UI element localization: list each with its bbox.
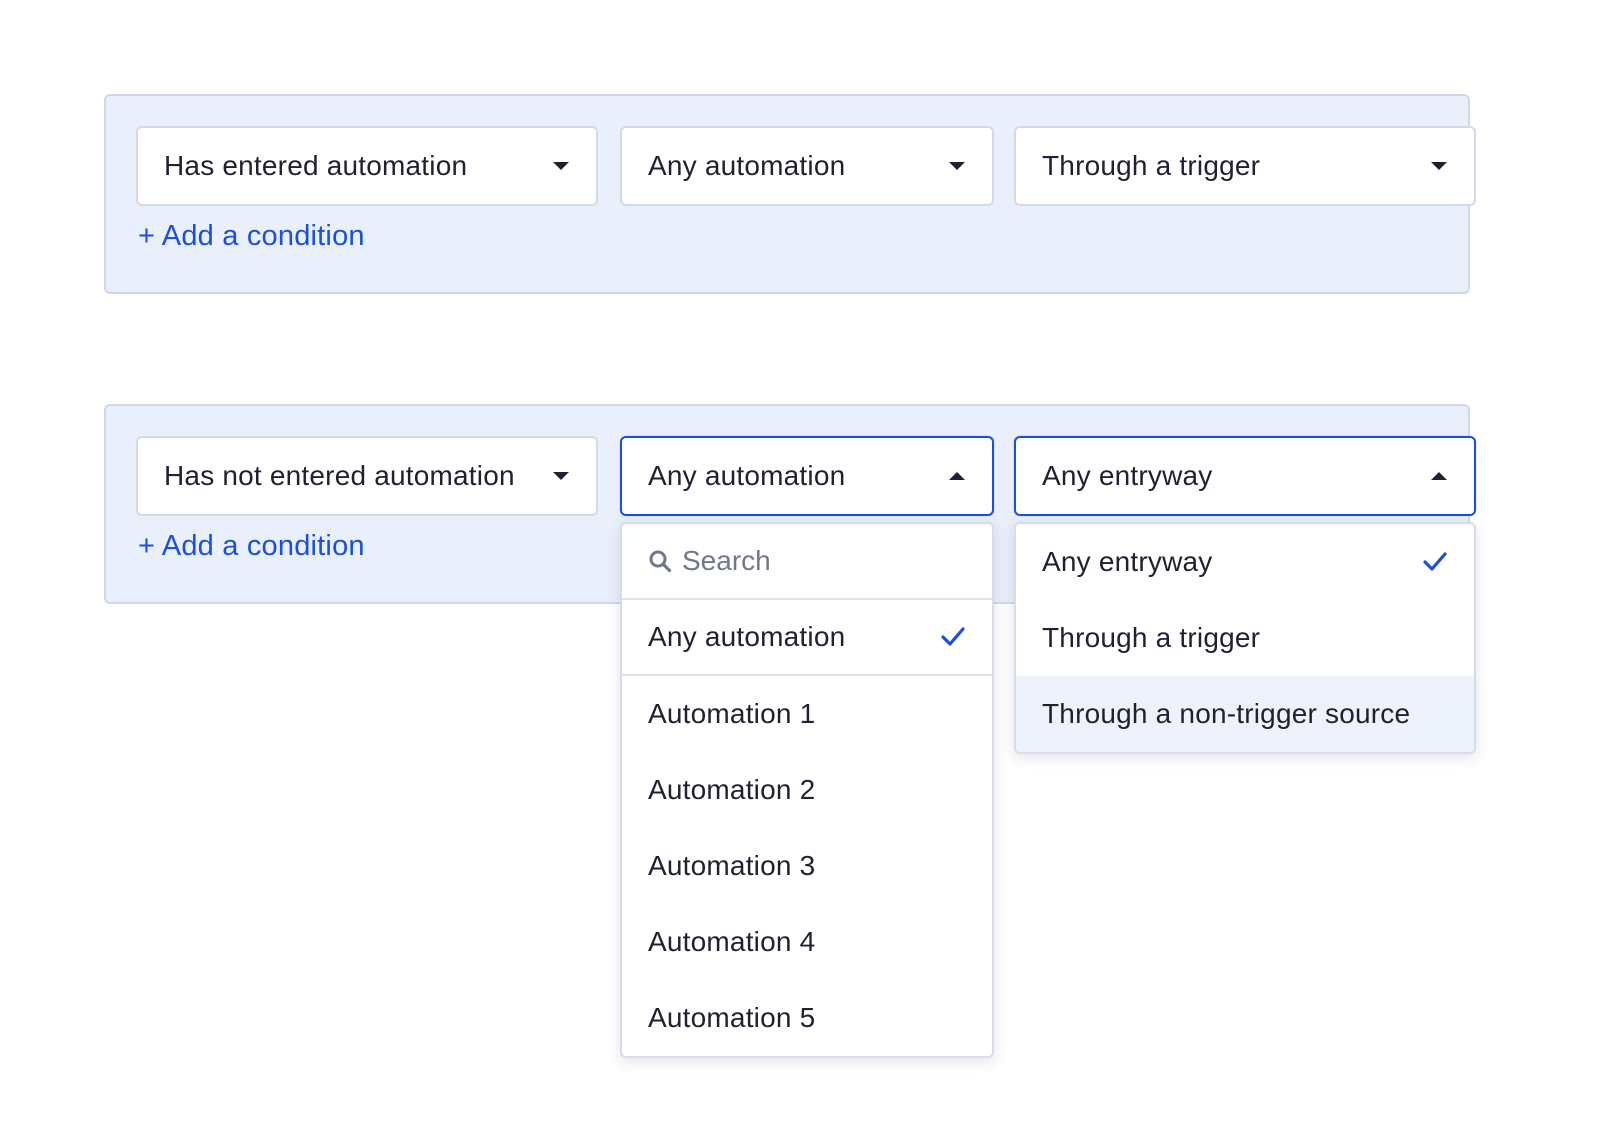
- option-through-non-trigger-source[interactable]: Through a non-trigger source: [1016, 676, 1474, 752]
- automation-select-value: Any automation: [648, 460, 846, 491]
- option-label: Automation 3: [648, 850, 816, 881]
- caret-down-icon: [553, 472, 569, 480]
- option-label: Automation 4: [648, 926, 816, 957]
- entryway-select[interactable]: Through a trigger: [1014, 126, 1476, 206]
- checkmark-icon: [941, 627, 965, 646]
- caret-down-icon: [1431, 162, 1447, 170]
- automation-select[interactable]: Any automation: [620, 126, 994, 206]
- caret-up-icon: [949, 472, 965, 480]
- search-icon: [649, 550, 672, 573]
- add-condition-link[interactable]: + Add a condition: [138, 530, 365, 563]
- add-condition-link[interactable]: + Add a condition: [138, 220, 365, 253]
- condition-select-value: Has not entered automation: [164, 460, 515, 491]
- checkmark-icon: [1423, 552, 1447, 571]
- automation-search-box: [622, 524, 992, 600]
- option-automation-5[interactable]: Automation 5: [622, 980, 992, 1056]
- automation-select[interactable]: Any automation: [620, 436, 994, 516]
- entryway-dropdown-menu: Any entryway Through a trigger Through a…: [1014, 522, 1476, 754]
- option-automation-1[interactable]: Automation 1: [622, 676, 992, 752]
- automation-dropdown-menu: Any automation Automation 1 Automation 2…: [620, 522, 994, 1058]
- option-label: Any automation: [648, 621, 846, 652]
- option-label: Automation 5: [648, 1002, 816, 1033]
- condition-select-value: Has entered automation: [164, 150, 468, 181]
- entryway-select-value: Through a trigger: [1042, 150, 1261, 181]
- option-automation-2[interactable]: Automation 2: [622, 752, 992, 828]
- option-label: Through a trigger: [1042, 622, 1261, 653]
- automation-search-input[interactable]: [682, 545, 942, 577]
- condition-group-1: Has entered automation Any automation Th…: [104, 94, 1476, 294]
- entryway-select-value: Any entryway: [1042, 460, 1213, 491]
- condition-select[interactable]: Has entered automation: [136, 126, 598, 206]
- caret-down-icon: [949, 162, 965, 170]
- caret-down-icon: [553, 162, 569, 170]
- option-any-entryway[interactable]: Any entryway: [1016, 524, 1474, 600]
- option-automation-4[interactable]: Automation 4: [622, 904, 992, 980]
- option-label: Through a non-trigger source: [1042, 698, 1411, 729]
- option-label: Any entryway: [1042, 546, 1213, 577]
- caret-up-icon: [1431, 472, 1447, 480]
- option-any-automation[interactable]: Any automation: [622, 600, 992, 676]
- entryway-select[interactable]: Any entryway: [1014, 436, 1476, 516]
- option-through-trigger[interactable]: Through a trigger: [1016, 600, 1474, 676]
- automation-select-value: Any automation: [648, 150, 846, 181]
- option-label: Automation 1: [648, 698, 816, 729]
- condition-select[interactable]: Has not entered automation: [136, 436, 598, 516]
- option-label: Automation 2: [648, 774, 816, 805]
- option-automation-3[interactable]: Automation 3: [622, 828, 992, 904]
